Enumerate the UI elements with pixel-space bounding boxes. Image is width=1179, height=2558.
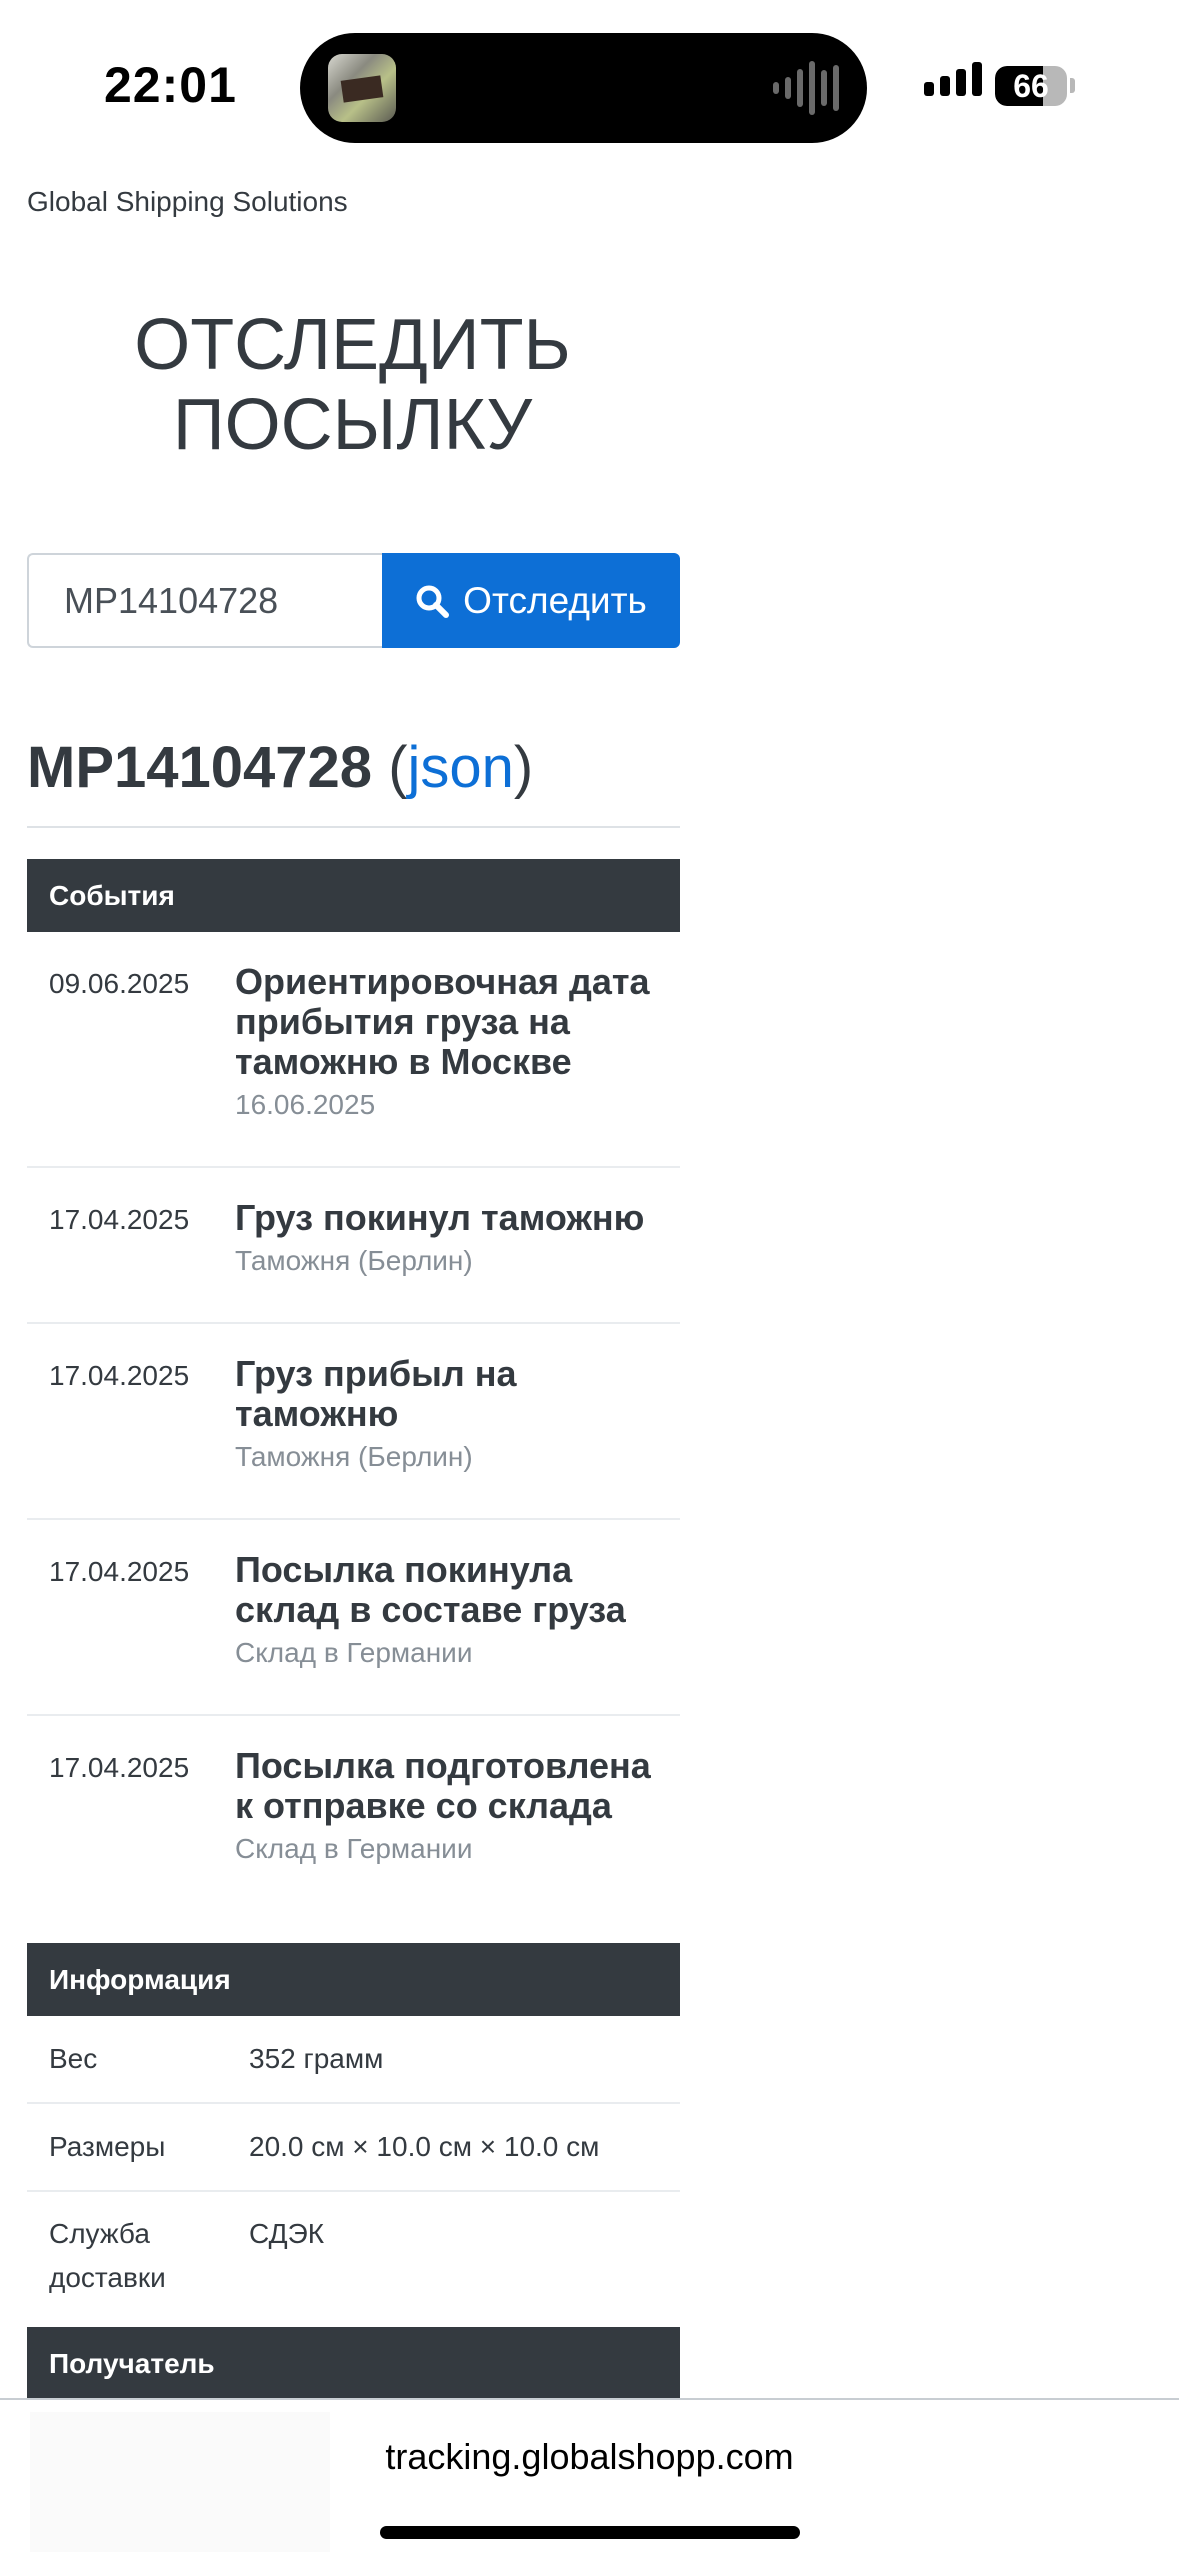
track-button-label: Отследить (463, 579, 647, 621)
tracking-number: MP14104728 (27, 735, 373, 800)
cellular-signal-icon (924, 62, 982, 96)
event-row: 17.04.2025 Груз покинул таможню Таможня … (27, 1168, 680, 1324)
info-header: Информация (27, 1943, 680, 2016)
info-label: Служба доставки (49, 2218, 166, 2293)
audio-waveform-icon (773, 61, 839, 115)
tracking-number-input[interactable] (27, 553, 382, 648)
event-date: 09.06.2025 (49, 968, 190, 999)
event-subtitle: 16.06.2025 (235, 1089, 376, 1120)
event-row: 17.04.2025 Посылка подготовлена к отправ… (27, 1716, 680, 1912)
event-title: Посылка подготовлена к отправке со склад… (235, 1745, 651, 1826)
info-label: Вес (49, 2043, 98, 2074)
info-table: Вес 352 грамм Размеры 20.0 см × 10.0 см … (27, 2016, 680, 2323)
home-indicator[interactable] (380, 2526, 800, 2539)
event-subtitle: Таможня (Берлин) (235, 1441, 473, 1472)
recipient-header: Получатель (27, 2327, 680, 2400)
battery-icon: 66 (995, 66, 1067, 106)
event-row: 09.06.2025 Ориентировочная дата прибытия… (27, 932, 680, 1168)
info-row: Вес 352 грамм (27, 2016, 680, 2104)
event-row: 17.04.2025 Груз прибыл на таможню Таможн… (27, 1324, 680, 1520)
browser-bottom-bar: tracking.globalshopp.com (0, 2398, 1179, 2558)
event-date: 17.04.2025 (49, 1556, 190, 1587)
event-row: 17.04.2025 Посылка покинула склад в сост… (27, 1520, 680, 1716)
event-title: Груз прибыл на таможню (235, 1353, 517, 1434)
address-bar-shade (30, 2412, 330, 2552)
event-subtitle: Таможня (Берлин) (235, 1245, 473, 1276)
info-value: 352 грамм (249, 2043, 384, 2074)
address-bar-url[interactable]: tracking.globalshopp.com (0, 2436, 1179, 2478)
info-value: 20.0 см × 10.0 см × 10.0 см (249, 2131, 600, 2162)
event-title: Посылка покинула склад в составе груза (235, 1549, 626, 1630)
json-link[interactable]: json (408, 735, 514, 800)
battery-tip (1070, 78, 1075, 93)
battery-percentage: 66 (1013, 68, 1049, 104)
track-button[interactable]: Отследить (382, 553, 680, 648)
search-icon (416, 585, 450, 618)
event-title: Груз покинул таможню (235, 1197, 645, 1238)
info-row: Размеры 20.0 см × 10.0 см × 10.0 см (27, 2104, 680, 2192)
events-header: События (27, 859, 680, 932)
page-title-line2: ПОСЫЛКУ (172, 385, 533, 465)
tracking-number-heading: MP14104728 (json) (27, 732, 680, 828)
event-subtitle: Склад в Германии (235, 1637, 473, 1668)
status-time: 22:01 (104, 57, 237, 113)
info-value: СДЭК (249, 2218, 325, 2249)
brand-link[interactable]: Global Shipping Solutions (27, 186, 348, 218)
dynamic-island[interactable] (300, 33, 867, 143)
event-date: 17.04.2025 (49, 1204, 190, 1235)
now-playing-artwork (328, 54, 396, 122)
event-title: Ориентировочная дата прибытия груза на т… (235, 961, 650, 1082)
event-date: 17.04.2025 (49, 1752, 190, 1783)
page-title-line1: ОТСЛЕДИТЬ (134, 305, 571, 385)
info-row: Служба доставки СДЭК (27, 2192, 680, 2323)
info-label: Размеры (49, 2131, 166, 2162)
page-title: ОТСЛЕДИТЬ ПОСЫЛКУ (27, 305, 678, 465)
event-date: 17.04.2025 (49, 1360, 190, 1391)
events-list: 09.06.2025 Ориентировочная дата прибытия… (27, 932, 680, 1912)
event-subtitle: Склад в Германии (235, 1833, 473, 1864)
tracking-search-form: Отследить (27, 553, 680, 648)
